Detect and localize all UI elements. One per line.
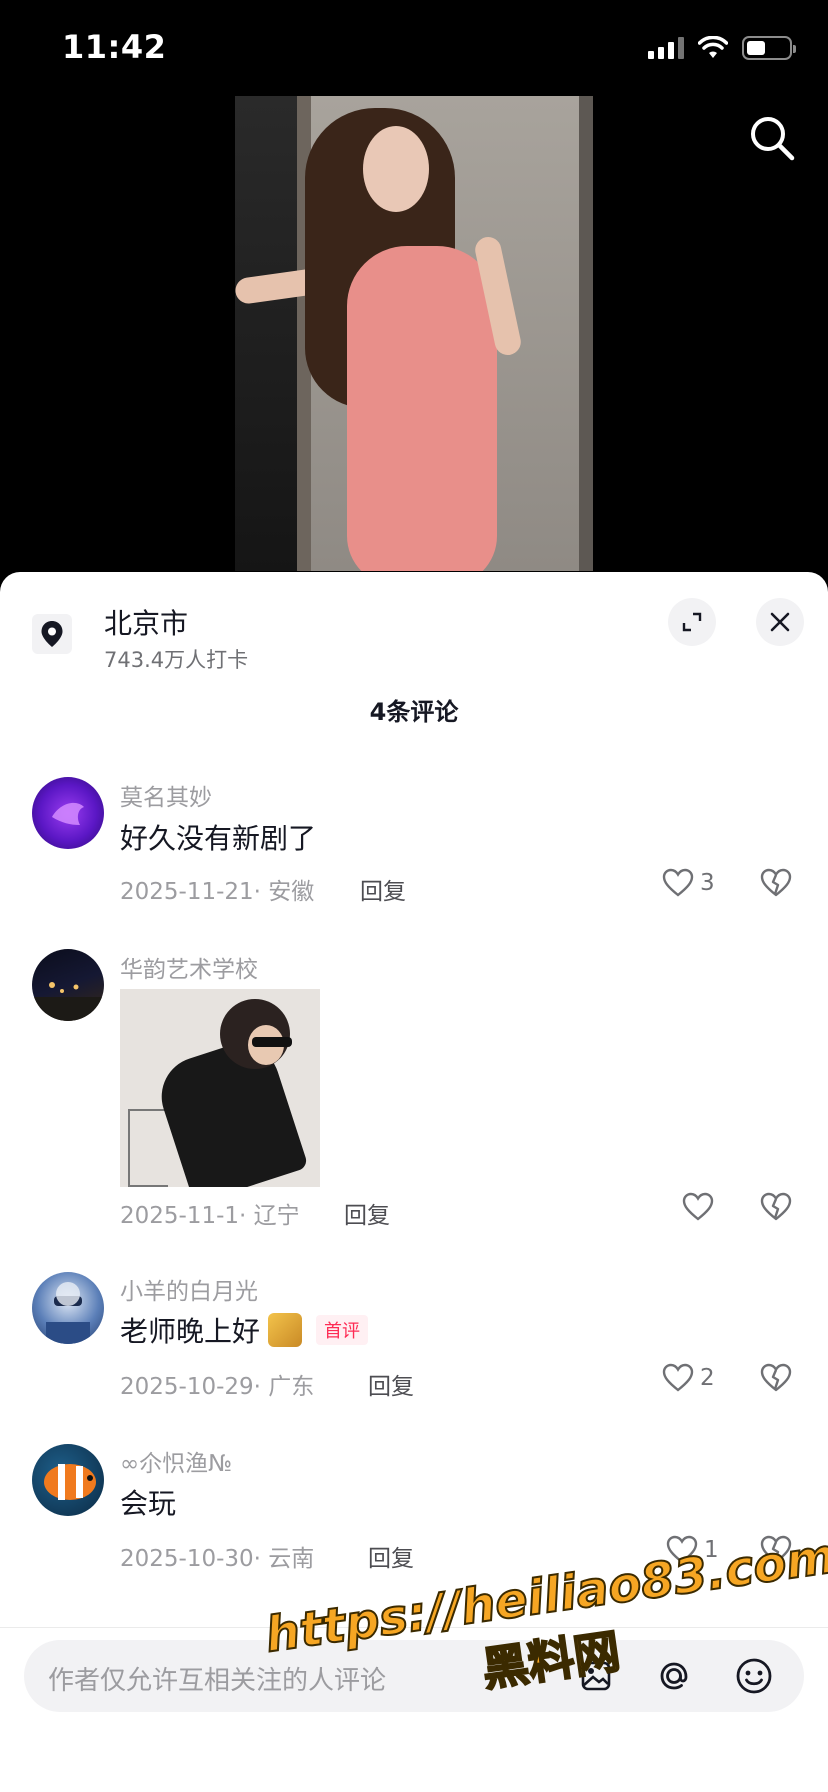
broken-heart-icon[interactable] <box>760 1192 792 1226</box>
comment-author[interactable]: 华韵艺术学校 <box>120 950 258 984</box>
heart-icon <box>662 1363 694 1392</box>
location-checkins: 743.4万人打卡 <box>104 648 249 672</box>
search-icon[interactable] <box>748 114 796 162</box>
comment-text: 老师晚上好 <box>120 1315 261 1348</box>
heart-icon <box>666 1535 698 1564</box>
avatar[interactable] <box>32 1444 104 1516</box>
battery-icon <box>742 36 796 60</box>
comment-author[interactable]: 莫名其妙 <box>120 778 212 812</box>
location-title[interactable]: 北京市 <box>104 602 188 642</box>
comment-count: 4条评论 <box>369 698 459 726</box>
status-time: 11:42 <box>62 28 167 66</box>
like-count: 3 <box>700 870 715 896</box>
comment-input-placeholder: 作者仅允许互相关注的人评论 <box>48 1666 387 1696</box>
broken-heart-icon[interactable] <box>760 1363 792 1397</box>
like-count: 2 <box>700 1365 715 1391</box>
like-button[interactable]: 1 <box>666 1535 719 1565</box>
heart-icon <box>662 868 694 897</box>
comment-author[interactable]: 小羊的白月光 <box>120 1272 258 1306</box>
wifi-icon <box>698 36 728 58</box>
avatar[interactable] <box>32 777 104 849</box>
comment-meta: 2025-10-29· 广东 <box>120 1374 315 1400</box>
avatar[interactable] <box>32 949 104 1021</box>
like-button[interactable]: 2 <box>662 1363 715 1393</box>
comment-text-row: 老师晚上好 首评 <box>120 1310 369 1350</box>
broken-heart-icon[interactable] <box>760 868 792 902</box>
reply-button[interactable]: 回复 <box>368 1539 414 1573</box>
location-pin-icon <box>32 614 72 654</box>
reply-button[interactable]: 回复 <box>368 1367 414 1401</box>
status-icons <box>648 36 796 60</box>
divider <box>0 1627 828 1628</box>
comment-author[interactable]: ∞尒怾渔№ <box>120 1444 232 1478</box>
cellular-signal-icon <box>648 37 684 59</box>
like-button[interactable]: 3 <box>662 868 715 898</box>
at-icon[interactable] <box>650 1652 698 1700</box>
comment-meta: 2025-10-30· 云南 <box>120 1546 315 1572</box>
video-player[interactable] <box>0 96 828 576</box>
comment-meta: 2025-11-1· 辽宁 <box>120 1203 300 1229</box>
like-button[interactable] <box>682 1192 720 1222</box>
broken-heart-icon[interactable] <box>760 1535 792 1569</box>
first-comment-badge: 首评 <box>316 1315 369 1345</box>
status-bar: 11:42 <box>0 0 828 96</box>
close-icon[interactable] <box>756 598 804 646</box>
comment-image[interactable] <box>120 989 320 1187</box>
reply-button[interactable]: 回复 <box>360 872 406 906</box>
like-count: 1 <box>704 1537 719 1563</box>
avatar[interactable] <box>32 1272 104 1344</box>
image-icon[interactable] <box>572 1652 620 1700</box>
sticker-icon <box>268 1313 303 1347</box>
comment-input[interactable]: 作者仅允许互相关注的人评论 <box>24 1640 804 1712</box>
comment-text: 会玩 <box>120 1487 177 1520</box>
expand-icon[interactable] <box>668 598 716 646</box>
video-frame <box>235 96 593 571</box>
emoji-icon[interactable] <box>730 1652 778 1700</box>
comment-text: 好久没有新剧了 <box>120 822 317 855</box>
heart-icon <box>682 1192 714 1221</box>
comment-meta: 2025-11-21· 安徽 <box>120 879 315 905</box>
comment-sheet: 北京市 743.4万人打卡 4条评论 莫名其妙 好久没有新剧了 2025-11-… <box>0 572 828 1792</box>
reply-button[interactable]: 回复 <box>344 1196 390 1230</box>
